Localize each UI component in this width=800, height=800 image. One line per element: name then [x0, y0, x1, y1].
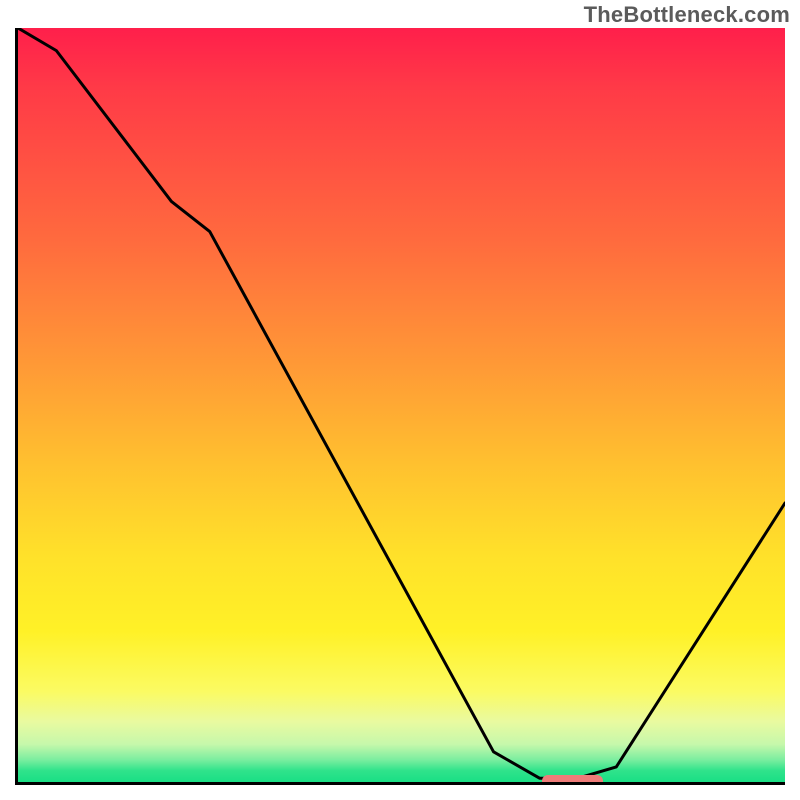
- watermark-text: TheBottleneck.com: [584, 2, 790, 28]
- curve-path: [18, 28, 785, 778]
- bottleneck-curve: [18, 28, 785, 782]
- chart-frame: TheBottleneck.com: [0, 0, 800, 800]
- plot-area: [15, 28, 785, 785]
- optimal-range-marker: [542, 775, 604, 785]
